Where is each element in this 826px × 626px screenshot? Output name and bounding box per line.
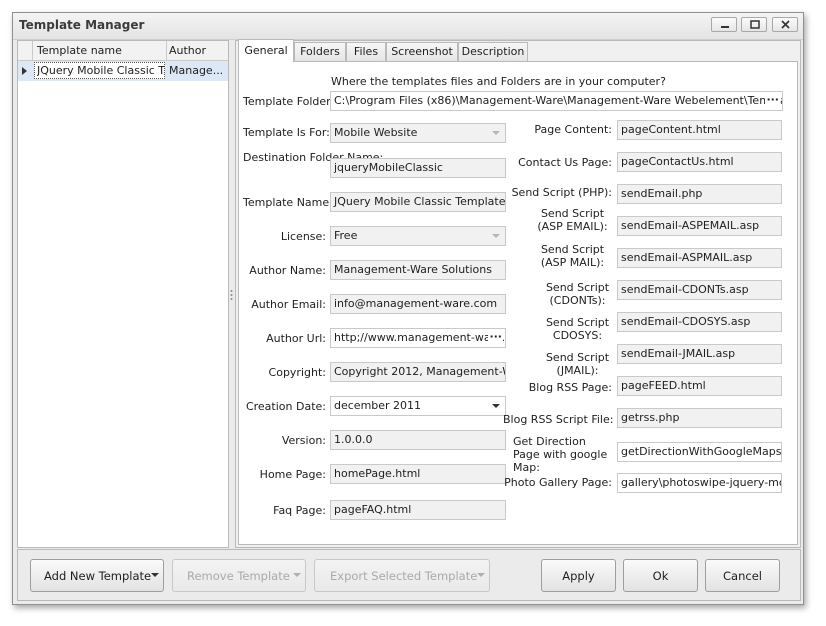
contact-us-page-label: Contact Us Page: xyxy=(518,156,612,169)
maximize-button[interactable] xyxy=(741,17,767,32)
license-label: License: xyxy=(280,230,326,243)
folder-hint-text: Where the templates files and Folders ar… xyxy=(331,75,666,88)
creation-date-label: Creation Date: xyxy=(245,400,326,413)
general-tab-page: Where the templates files and Folders ar… xyxy=(238,61,798,545)
window-title: Template Manager xyxy=(19,18,145,32)
blog-rss-page-field[interactable]: pageFEED.html xyxy=(617,376,782,396)
cancel-button[interactable]: Cancel xyxy=(705,559,780,592)
tab-folders[interactable]: Folders xyxy=(294,42,346,61)
faq-page-label: Faq Page: xyxy=(273,504,326,517)
send-script-jmail-field[interactable]: sendEmail-JMAIL.asp xyxy=(617,344,782,364)
photo-gallery-page-label: Photo Gallery Page: xyxy=(504,476,612,489)
copyright-field[interactable]: Copyright 2012, Management-Ware xyxy=(330,362,506,382)
creation-date-value: december 2011 xyxy=(334,399,422,412)
license-dropdown[interactable]: Free xyxy=(330,226,506,246)
template-manager-window: Template Manager Template name Author JQ… xyxy=(12,12,804,605)
template-name-label: Template Name: xyxy=(243,196,333,209)
title-bar[interactable]: Template Manager xyxy=(13,13,803,40)
send-script-jmail-label: Send Script (JMAIL): xyxy=(545,351,610,377)
template-folder-label: Template Folder: xyxy=(243,95,335,108)
version-label: Version: xyxy=(281,434,326,447)
table-row[interactable]: JQuery Mobile Classic T... Manage... xyxy=(18,61,228,81)
row-author: Manage... xyxy=(169,64,224,77)
send-script-asp-mail-field[interactable]: sendEmail-ASPMAIL.asp xyxy=(617,248,782,268)
author-url-value: http;//www.management-ware. xyxy=(334,331,506,344)
chevron-down-icon[interactable] xyxy=(151,573,159,579)
export-template-label: Export Selected Template xyxy=(330,569,478,583)
chevron-down-icon xyxy=(492,234,500,238)
remove-template-button[interactable]: Remove Template xyxy=(172,559,306,592)
column-header-author[interactable]: Author xyxy=(169,44,206,57)
send-script-cdonts-field[interactable]: sendEmail-CDONTs.asp xyxy=(617,280,782,300)
send-script-php-field[interactable]: sendEmail.php xyxy=(617,184,782,204)
author-name-field[interactable]: Management-Ware Solutions xyxy=(330,260,506,280)
tab-files[interactable]: Files xyxy=(346,42,386,61)
minimize-icon xyxy=(721,26,729,28)
home-page-label: Home Page: xyxy=(259,468,326,481)
send-script-php-label: Send Script (PHP): xyxy=(511,186,612,199)
chevron-down-icon[interactable] xyxy=(477,573,485,579)
page-content-label: Page Content: xyxy=(534,123,612,136)
column-header-template-name[interactable]: Template name xyxy=(37,44,122,57)
row-indicator-icon xyxy=(22,67,27,75)
blog-rss-script-label: Blog RSS Script File: xyxy=(503,413,614,426)
version-field[interactable]: 1.0.0.0 xyxy=(330,430,506,450)
template-name-field[interactable]: JQuery Mobile Classic Template xyxy=(330,192,506,212)
template-list-grid: Template name Author JQuery Mobile Class… xyxy=(17,40,229,548)
creation-date-picker[interactable]: december 2011 xyxy=(330,396,506,416)
tab-description[interactable]: Description xyxy=(458,42,528,61)
author-email-field[interactable]: info@management-ware.com xyxy=(330,294,506,314)
author-name-label: Author Name: xyxy=(249,264,326,277)
splitter-grip-icon[interactable] xyxy=(230,289,233,303)
close-icon xyxy=(781,20,790,29)
send-script-asp-email-field[interactable]: sendEmail-ASPEMAIL.asp xyxy=(617,216,782,236)
send-script-asp-email-label: Send Script (ASP EMAIL): xyxy=(537,207,608,233)
copyright-label: Copyright: xyxy=(268,366,326,379)
template-is-for-label: Template Is For: xyxy=(243,126,330,139)
row-template-name: JQuery Mobile Classic T... xyxy=(37,64,165,77)
add-new-template-label: Add New Template xyxy=(44,569,152,583)
browse-url-button[interactable]: ··· xyxy=(488,330,503,343)
bottom-button-bar: Add New Template Remove Template Export … xyxy=(17,549,801,601)
author-url-field[interactable]: http;//www.management-ware. ··· xyxy=(330,328,506,348)
chevron-down-icon xyxy=(492,131,500,135)
blog-rss-script-field[interactable]: getrss.php xyxy=(617,408,782,428)
template-is-for-dropdown[interactable]: Mobile Website xyxy=(330,123,506,143)
author-url-label: Author Url: xyxy=(266,332,326,345)
send-script-cdosys-label: Send Script CDOSYS: xyxy=(545,316,610,342)
get-direction-page-field[interactable]: getDirectionWithGoogleMapsTem xyxy=(617,442,782,462)
send-script-asp-mail-label: Send Script (ASP MAIL): xyxy=(540,243,605,269)
chevron-down-icon[interactable] xyxy=(490,399,502,413)
send-script-cdonts-label: Send Script (CDONTs): xyxy=(545,281,610,307)
remove-template-label: Remove Template xyxy=(187,569,290,583)
send-script-cdosys-field[interactable]: sendEmail-CDOSYS.asp xyxy=(617,312,782,332)
license-value: Free xyxy=(334,229,358,242)
home-page-field[interactable]: homePage.html xyxy=(330,464,506,484)
destination-folder-field[interactable]: jqueryMobileClassic xyxy=(330,158,506,178)
template-folder-field[interactable]: C:\Program Files (x86)\Management-Ware\M… xyxy=(330,91,783,111)
ok-button[interactable]: Ok xyxy=(623,559,698,592)
export-template-button[interactable]: Export Selected Template xyxy=(314,559,490,592)
close-button[interactable] xyxy=(772,17,798,32)
get-direction-page-label: Get Direction Page with google Map: xyxy=(513,435,608,474)
destination-folder-label: Destination Folder Name: xyxy=(243,151,384,164)
faq-page-field[interactable]: pageFAQ.html xyxy=(330,500,506,520)
browse-folder-button[interactable]: ··· xyxy=(765,93,780,106)
page-content-field[interactable]: pageContent.html xyxy=(617,120,782,140)
chevron-down-icon[interactable] xyxy=(293,573,301,579)
details-panel: General Folders Files Screenshot Descrip… xyxy=(235,39,801,548)
tab-general[interactable]: General xyxy=(238,39,294,62)
contact-us-page-field[interactable]: pageContactUs.html xyxy=(617,152,782,172)
tab-screenshot[interactable]: Screenshot xyxy=(386,42,458,61)
template-is-for-value: Mobile Website xyxy=(334,126,418,139)
blog-rss-page-label: Blog RSS Page: xyxy=(528,381,612,394)
apply-button[interactable]: Apply xyxy=(541,559,616,592)
add-new-template-button[interactable]: Add New Template xyxy=(30,559,164,592)
photo-gallery-page-field[interactable]: gallery\photoswipe-jquery-mobile xyxy=(617,473,782,493)
grid-header: Template name Author xyxy=(18,41,228,61)
maximize-icon xyxy=(750,20,760,29)
template-folder-value: C:\Program Files (x86)\Management-Ware\M… xyxy=(334,94,783,107)
minimize-button[interactable] xyxy=(711,17,737,32)
author-email-label: Author Email: xyxy=(251,298,326,311)
